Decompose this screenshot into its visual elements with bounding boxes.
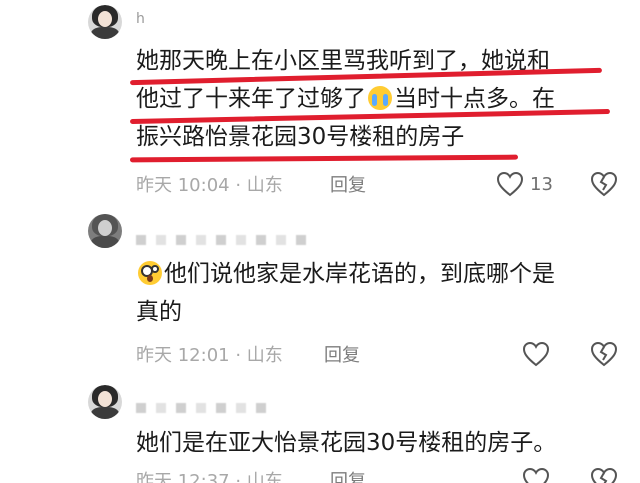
broken-heart-icon [590,171,618,197]
blurred-username [216,235,226,245]
blurred-username [276,235,286,245]
blurred-username [136,235,146,245]
timestamp: 昨天 10:04 · 山东 [136,175,283,196]
blurred-username [236,403,246,413]
comment-meta: 昨天 12:37 · 山东 [136,468,293,483]
comment-text: 他们说他家是水岸花语的，到底哪个是 真的 [136,255,555,331]
like-button[interactable] [522,467,556,483]
blurred-username [156,235,166,245]
comment-line: 她们是在亚大怡景花园30号楼租的房子。 [136,430,557,456]
comment-meta: 昨天 10:04 · 山东 [136,172,293,196]
timestamp: 昨天 12:01 · 山东 [136,345,283,366]
like-button[interactable]: 13 [496,171,553,197]
broken-heart-icon [590,341,618,367]
blurred-username [216,403,226,413]
comment-text: 她们是在亚大怡景花园30号楼租的房子。 [136,424,556,462]
shocked-emoji-icon [138,261,162,285]
timestamp: 昨天 12:37 · 山东 [136,471,283,483]
dislike-button[interactable] [590,341,618,367]
avatar[interactable] [88,214,122,248]
blurred-username [236,235,246,245]
comment-line: 他们说他家是水岸花语的，到底哪个是 [136,255,555,293]
reply-button[interactable]: 回复 [330,171,366,197]
username[interactable] [136,398,276,418]
avatar[interactable] [88,5,122,39]
blurred-username [156,403,166,413]
blurred-username [176,235,186,245]
blurred-username [256,235,266,245]
heart-outline-icon [522,467,550,483]
comment-text: 她那天晚上在小区里骂我听到了，她说和 他过了十来年了过够了 当时十点多。在 振兴路… [136,42,555,156]
dislike-button[interactable] [590,171,618,197]
username[interactable] [136,230,316,250]
like-count: 13 [530,173,553,195]
blurred-username [196,403,206,413]
heart-outline-icon [522,341,550,367]
comment-line: 真的 [136,299,182,325]
blurred-username [296,235,306,245]
heart-outline-icon [496,171,524,197]
reply-button[interactable]: 回复 [324,341,360,367]
blurred-username [256,403,266,413]
blurred-username [176,403,186,413]
avatar[interactable] [88,385,122,419]
like-button[interactable] [522,341,556,367]
blurred-username [196,235,206,245]
crying-emoji-icon [368,86,392,110]
username[interactable]: h [136,9,146,29]
username-text: h [136,11,146,27]
reply-button[interactable]: 回复 [330,467,366,483]
comment-line: 振兴路怡景花园30号楼租的房子 [136,124,465,150]
broken-heart-icon [590,467,618,483]
comment-meta: 昨天 12:01 · 山东 [136,342,293,366]
dislike-button[interactable] [590,467,618,483]
blurred-username [136,403,146,413]
